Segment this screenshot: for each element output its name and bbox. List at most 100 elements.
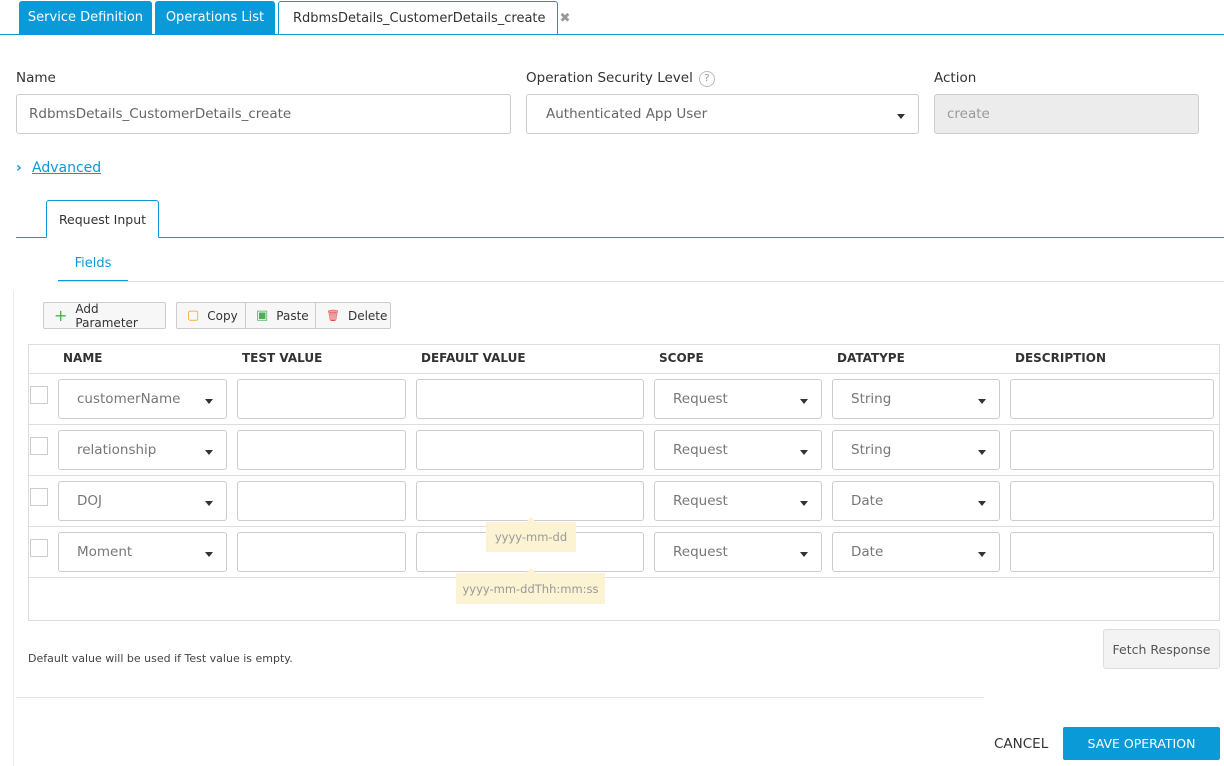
scope-value: Request [673, 493, 728, 509]
plus-icon: + [54, 306, 68, 325]
tab-operation-create-label: RdbmsDetails_CustomerDetails_create [293, 10, 546, 26]
scope-value: Request [673, 391, 728, 407]
scope-select[interactable]: Request [654, 430, 822, 470]
fetch-response-button[interactable]: Fetch Response [1103, 629, 1220, 669]
row-checkbox[interactable] [30, 539, 48, 557]
security-level-label: Operation Security Level? [526, 70, 715, 87]
tab-operations-list[interactable]: Operations List [155, 1, 275, 34]
add-parameter-label: Add Parameter [75, 301, 138, 330]
copy-icon: ▢ [187, 308, 200, 323]
close-icon[interactable]: ✖ [560, 11, 571, 26]
request-tabs-divider [16, 237, 1224, 238]
datetime-format-tooltip: yyyy-mm-ddThh:mm:ss [456, 568, 605, 604]
chevron-down-icon [800, 501, 808, 506]
advanced-toggle[interactable]: › Advanced [16, 160, 101, 176]
scope-select[interactable]: Request [654, 481, 822, 521]
datatype-value: Date [851, 544, 884, 560]
chevron-down-icon [800, 399, 808, 404]
description-input[interactable] [1010, 430, 1214, 470]
header-default-value: DEFAULT VALUE [421, 351, 526, 365]
test-value-input[interactable] [237, 532, 406, 572]
fields-divider [58, 281, 1224, 282]
row-checkbox[interactable] [30, 488, 48, 506]
help-icon[interactable]: ? [698, 71, 715, 87]
tabs-divider [0, 34, 1224, 35]
chevron-down-icon [800, 450, 808, 455]
datatype-select[interactable]: Date [832, 481, 1000, 521]
chevron-down-icon [205, 501, 213, 506]
row-checkbox[interactable] [30, 386, 48, 404]
row-divider [29, 475, 1219, 476]
header-test-value: TEST VALUE [242, 351, 323, 365]
test-value-input[interactable] [237, 379, 406, 419]
chevron-down-icon [205, 399, 213, 404]
scope-select[interactable]: Request [654, 532, 822, 572]
chevron-right-icon: › [16, 160, 22, 176]
scope-value: Request [673, 442, 728, 458]
description-input[interactable] [1010, 481, 1214, 521]
datetime-format-text: yyyy-mm-ddThh:mm:ss [462, 581, 599, 596]
description-input[interactable] [1010, 532, 1214, 572]
copy-button[interactable]: ▢ Copy [176, 302, 246, 329]
datatype-value: String [851, 391, 892, 407]
default-value-input[interactable] [416, 379, 644, 419]
add-parameter-button[interactable]: + Add Parameter [43, 301, 166, 330]
scope-select[interactable]: Request [654, 379, 822, 419]
test-value-input[interactable] [237, 481, 406, 521]
datatype-select[interactable]: Date [832, 532, 1000, 572]
test-value-input[interactable] [237, 430, 406, 470]
chevron-down-icon [978, 501, 986, 506]
tooltip-arrow [525, 568, 536, 573]
tab-fields[interactable]: Fields [58, 250, 128, 282]
save-operation-button[interactable]: SAVE OPERATION [1063, 727, 1220, 760]
name-input[interactable]: RdbmsDetails_CustomerDetails_create [16, 94, 511, 134]
datatype-select[interactable]: String [832, 379, 1000, 419]
default-value-input[interactable] [416, 481, 644, 521]
header-description: DESCRIPTION [1015, 351, 1107, 365]
paste-label: Paste [276, 308, 309, 323]
scope-value: Request [673, 544, 728, 560]
delete-label: Delete [347, 308, 388, 323]
chevron-down-icon [978, 552, 986, 557]
tab-service-definition[interactable]: Service Definition [19, 1, 152, 34]
header-scope: SCOPE [659, 351, 704, 365]
param-name-select[interactable]: Moment [58, 532, 227, 572]
name-label: Name [16, 70, 56, 86]
row-divider [29, 577, 1219, 578]
advanced-link[interactable]: Advanced [32, 160, 101, 176]
security-level-select[interactable]: Authenticated App User [526, 94, 919, 134]
chevron-down-icon [978, 399, 986, 404]
datatype-value: String [851, 442, 892, 458]
cancel-button[interactable]: CANCEL [994, 736, 1048, 752]
param-name-select[interactable]: relationship [58, 430, 227, 470]
chevron-down-icon [800, 552, 808, 557]
default-value-input[interactable] [416, 430, 644, 470]
datatype-select[interactable]: String [832, 430, 1000, 470]
paste-button[interactable]: ▣ Paste [245, 302, 316, 329]
chevron-down-icon [978, 450, 986, 455]
action-input: create [934, 94, 1199, 134]
row-checkbox[interactable] [30, 437, 48, 455]
param-name-select[interactable]: customerName [58, 379, 227, 419]
security-level-label-text: Operation Security Level [526, 70, 693, 86]
default-value-note: Default value will be used if Test value… [28, 652, 293, 665]
action-label: Action [934, 70, 977, 86]
tab-operation-create[interactable]: RdbmsDetails_CustomerDetails_create ✖ [278, 1, 570, 35]
row-divider [29, 424, 1219, 425]
panel-border [13, 290, 14, 766]
param-name-select[interactable]: DOJ [58, 481, 227, 521]
paste-icon: ▣ [256, 308, 269, 323]
chevron-down-icon [205, 552, 213, 557]
header-datatype: DATATYPE [837, 351, 905, 365]
param-name-value: customerName [77, 391, 181, 407]
delete-button[interactable]: 🗑 Delete [315, 302, 391, 329]
param-name-value: relationship [77, 442, 157, 458]
row-divider [29, 526, 1219, 527]
datatype-value: Date [851, 493, 884, 509]
tab-request-input[interactable]: Request Input [46, 200, 159, 238]
chevron-down-icon [897, 114, 905, 119]
date-format-text: yyyy-mm-dd [494, 530, 568, 544]
description-input[interactable] [1010, 379, 1214, 419]
footer-divider [16, 697, 984, 698]
date-format-tooltip: yyyy-mm-dd [486, 517, 576, 552]
